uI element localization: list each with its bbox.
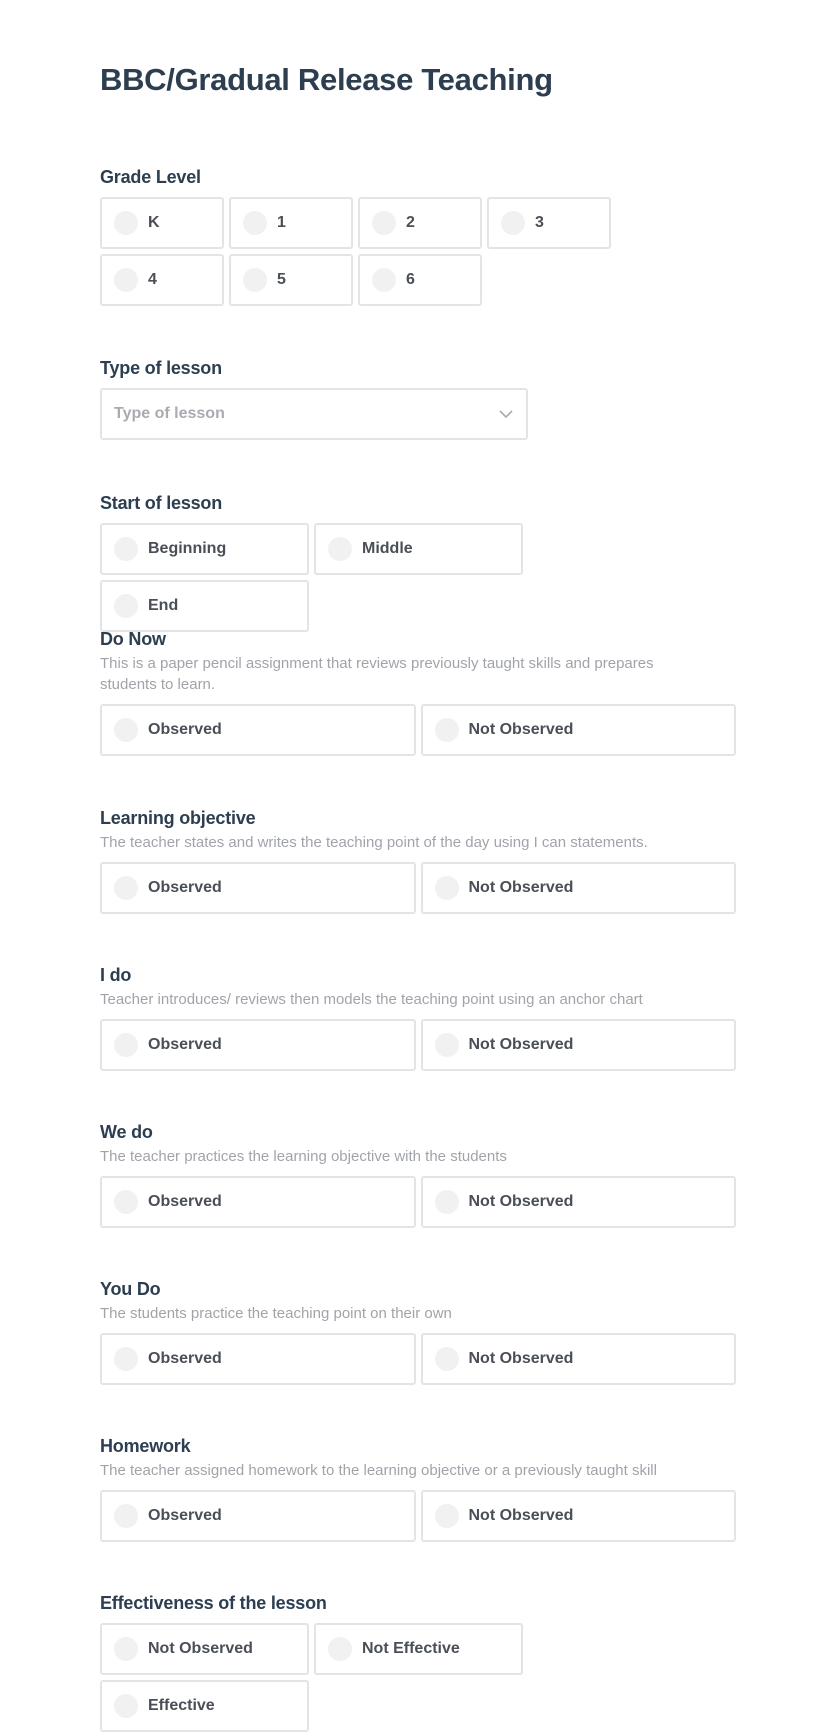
radio-icon: [114, 1033, 138, 1057]
grade-option-3[interactable]: 3: [487, 197, 611, 249]
you-do-label: You Do: [100, 1279, 161, 1299]
grade-level-section: Grade Level K 1 2 3 4 5 6: [100, 166, 736, 306]
we-do-description: The teacher practices the learning objec…: [100, 1148, 507, 1165]
start-option-end[interactable]: End: [100, 580, 309, 632]
learning-objective-observed[interactable]: Observed: [100, 862, 416, 914]
grade-option-1[interactable]: 1: [229, 197, 353, 249]
i-do-not-observed[interactable]: Not Observed: [420, 1019, 736, 1071]
radio-icon: [501, 211, 525, 235]
homework-label: Homework: [100, 1436, 191, 1456]
homework-description: The teacher assigned homework to the lea…: [100, 1462, 657, 1479]
learning-objective-label: Learning objective: [100, 808, 256, 828]
grade-option-5[interactable]: 5: [229, 254, 353, 306]
homework-observed[interactable]: Observed: [100, 1490, 416, 1542]
radio-icon: [434, 1033, 459, 1057]
type-of-lesson-section: Type of lesson Type of lesson: [100, 357, 736, 440]
radio-icon: [114, 211, 138, 235]
radio-icon: [114, 537, 138, 561]
grade-option-k[interactable]: K: [100, 197, 224, 249]
radio-icon: [328, 537, 352, 561]
page-title: BBC/Gradual Release Teaching: [100, 62, 553, 97]
do-now-observed[interactable]: Observed: [100, 704, 416, 756]
you-do-observed[interactable]: Observed: [100, 1333, 416, 1385]
you-do-not-observed[interactable]: Not Observed: [420, 1333, 736, 1385]
radio-icon: [114, 876, 138, 900]
radio-icon: [114, 1637, 138, 1661]
do-now-label: Do Now: [100, 629, 166, 649]
radio-icon: [114, 268, 138, 292]
effectiveness-not-effective[interactable]: Not Effective: [314, 1623, 523, 1675]
chevron-down-icon: [499, 410, 513, 419]
radio-icon: [434, 718, 459, 742]
i-do-label: I do: [100, 965, 132, 985]
you-do-description: The students practice the teaching point…: [100, 1305, 452, 1322]
grade-level-options: K 1 2 3 4 5 6: [100, 197, 736, 306]
grade-level-label: Grade Level: [100, 167, 201, 187]
effectiveness-effective[interactable]: Effective: [100, 1680, 309, 1732]
you-do-section: You Do The students practice the teachin…: [100, 1278, 736, 1385]
radio-icon: [243, 268, 267, 292]
radio-icon: [434, 876, 459, 900]
radio-icon: [114, 1504, 138, 1528]
we-do-section: We do The teacher practices the learning…: [100, 1121, 736, 1228]
radio-icon: [114, 594, 138, 618]
learning-objective-not-observed[interactable]: Not Observed: [420, 862, 736, 914]
start-of-lesson-section: Start of lesson Beginning Middle End: [100, 492, 736, 632]
start-option-beginning[interactable]: Beginning: [100, 523, 309, 575]
i-do-description: Teacher introduces/ reviews then models …: [100, 991, 643, 1008]
learning-objective-section: Learning objective The teacher states an…: [100, 807, 736, 914]
radio-icon: [372, 211, 396, 235]
start-option-middle[interactable]: Middle: [314, 523, 523, 575]
learning-objective-description: The teacher states and writes the teachi…: [100, 834, 648, 851]
homework-not-observed[interactable]: Not Observed: [420, 1490, 736, 1542]
type-of-lesson-label: Type of lesson: [100, 358, 222, 378]
type-of-lesson-placeholder: Type of lesson: [114, 405, 225, 422]
do-now-description: This is a paper pencil assignment that r…: [100, 655, 654, 693]
radio-icon: [434, 1347, 459, 1371]
radio-icon: [434, 1504, 459, 1528]
effectiveness-label: Effectiveness of the lesson: [100, 1593, 327, 1613]
i-do-section: I do Teacher introduces/ reviews then mo…: [100, 964, 736, 1071]
do-now-not-observed[interactable]: Not Observed: [420, 704, 736, 756]
start-of-lesson-label: Start of lesson: [100, 493, 223, 513]
grade-option-6[interactable]: 6: [358, 254, 482, 306]
grade-option-2[interactable]: 2: [358, 197, 482, 249]
we-do-not-observed[interactable]: Not Observed: [420, 1176, 736, 1228]
radio-icon: [114, 1347, 138, 1371]
radio-icon: [372, 268, 396, 292]
radio-icon: [114, 1190, 138, 1214]
radio-icon: [243, 211, 267, 235]
i-do-observed[interactable]: Observed: [100, 1019, 416, 1071]
radio-icon: [328, 1637, 352, 1661]
we-do-observed[interactable]: Observed: [100, 1176, 416, 1228]
grade-option-4[interactable]: 4: [100, 254, 224, 306]
radio-icon: [114, 718, 138, 742]
type-of-lesson-select[interactable]: Type of lesson: [100, 388, 528, 440]
effectiveness-not-observed[interactable]: Not Observed: [100, 1623, 309, 1675]
do-now-section: Do Now This is a paper pencil assignment…: [100, 628, 736, 756]
homework-section: Homework The teacher assigned homework t…: [100, 1435, 736, 1542]
effectiveness-section: Effectiveness of the lesson Not Observed…: [100, 1592, 736, 1732]
we-do-label: We do: [100, 1122, 153, 1142]
radio-icon: [114, 1694, 138, 1718]
radio-icon: [434, 1190, 459, 1214]
